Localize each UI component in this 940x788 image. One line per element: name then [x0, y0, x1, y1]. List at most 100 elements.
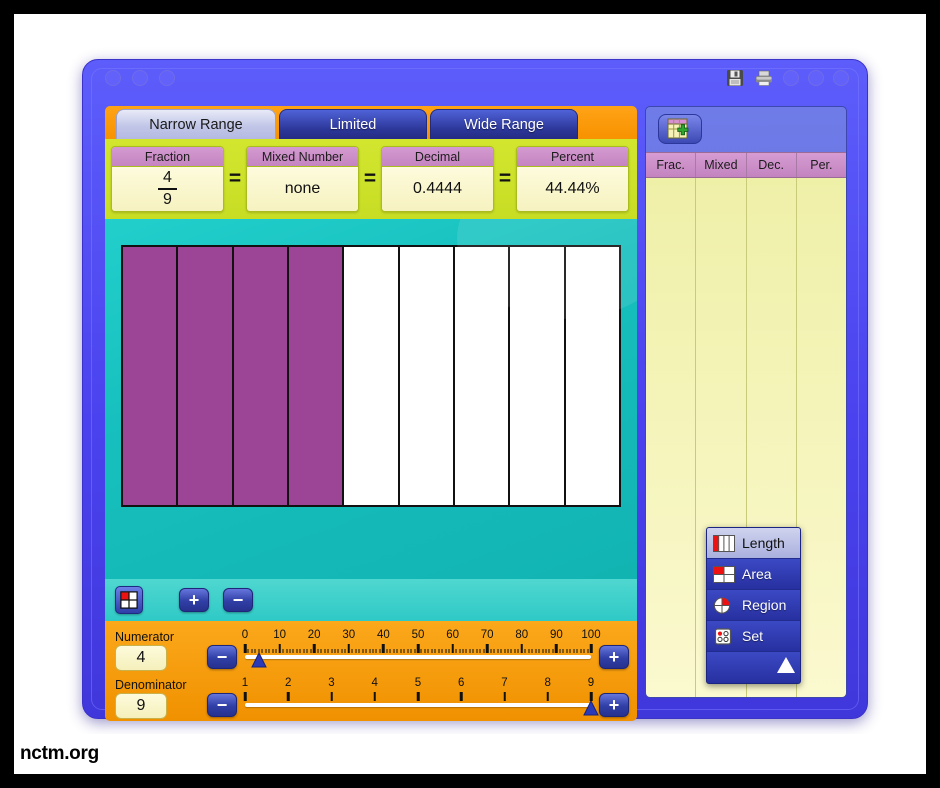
tick-label-0: 0	[241, 629, 249, 641]
add-part-button[interactable]: +	[179, 588, 209, 612]
table-column-header-3: Per.	[810, 158, 833, 172]
page-footer: nctm.org	[14, 734, 926, 774]
tick-minor	[268, 649, 270, 653]
tick-minor	[472, 649, 474, 653]
tick-minor	[576, 649, 578, 653]
tick-major-4	[373, 692, 376, 701]
area-model-icon[interactable]	[115, 586, 143, 614]
tick-minor	[497, 649, 499, 653]
tick-minor	[583, 649, 585, 653]
menu-item-length[interactable]: Length	[707, 528, 800, 559]
numerator-thumb[interactable]	[251, 651, 267, 668]
tick-label-8: 8	[544, 677, 551, 689]
titlebar-circle-6[interactable]	[833, 70, 849, 86]
titlebar-circle-1[interactable]	[105, 70, 121, 86]
menu-item-area[interactable]: Area	[707, 559, 800, 590]
titlebar-left-buttons	[105, 70, 175, 86]
denominator-thumb[interactable]	[583, 699, 599, 716]
footer-label: nctm.org	[20, 743, 99, 764]
fraction-cell-value: 4 9	[112, 167, 223, 211]
model-part-1[interactable]	[123, 247, 179, 505]
denominator-label: Denominator	[115, 677, 187, 692]
tick-label-70: 70	[480, 629, 494, 641]
tick-minor	[372, 649, 374, 653]
numerator-track-area[interactable]: 0 10 20 30 40 50 60 70 80 90 100	[241, 627, 601, 673]
menu-item-area-label: Area	[742, 566, 772, 582]
slider-panel: Numerator 4 − 0 10 20 30 40 50 60 70 80 90 100	[105, 621, 637, 721]
model-part-2[interactable]	[178, 247, 234, 505]
tick-major-1	[243, 692, 247, 701]
tick-major-70	[485, 644, 489, 653]
percent-cell[interactable]: Percent 44.44%	[516, 146, 629, 212]
denominator-track-area[interactable]: 1 2 3 4 5 6 7 8 9	[241, 675, 599, 721]
numerator-tick-marks	[243, 644, 593, 653]
tick-major-9	[589, 692, 593, 701]
tick-minor	[365, 649, 367, 653]
decimal-cell-header: Decimal	[382, 147, 493, 167]
model-part-3[interactable]	[233, 247, 289, 505]
tick-minor	[400, 649, 402, 653]
tick-minor	[289, 649, 291, 653]
tick-minor	[275, 649, 277, 653]
tab-narrow-range[interactable]: Narrow Range	[116, 109, 276, 139]
denominator-minus-button[interactable]: −	[207, 693, 237, 717]
tick-minor	[562, 649, 564, 653]
menu-footer	[707, 652, 800, 683]
table-column-3	[797, 178, 846, 697]
menu-item-set[interactable]: Set	[707, 621, 800, 652]
triangle-up-icon[interactable]	[777, 657, 795, 673]
floppy-disk-icon[interactable]	[725, 68, 745, 88]
titlebar-circle-3[interactable]	[159, 70, 175, 86]
numerator-tick-labels: 0 10 20 30 40 50 60 70 80 90 100	[241, 629, 601, 643]
numerator-label: Numerator	[115, 629, 175, 644]
table-column-header-0: Frac.	[646, 153, 697, 177]
decimal-cell[interactable]: Decimal 0.4444	[381, 146, 494, 212]
numerator-label-group: Numerator 4	[105, 630, 201, 671]
app-window: Narrow Range Limited Wide Range Fraction	[82, 59, 868, 721]
tick-minor	[500, 649, 502, 653]
model-part-4[interactable]	[288, 247, 345, 505]
printer-icon[interactable]	[754, 68, 774, 88]
numerator-minus-button[interactable]: −	[207, 645, 237, 669]
denominator-value-field[interactable]: 9	[115, 692, 167, 719]
tick-major-40	[382, 644, 385, 653]
tab-limited[interactable]: Limited	[279, 109, 427, 139]
menu-item-region[interactable]: Region	[707, 590, 800, 621]
titlebar-circle-5[interactable]	[808, 70, 824, 86]
model-part-6[interactable]	[399, 247, 455, 505]
tick-label-1: 1	[241, 677, 249, 689]
equals-sign-3: =	[498, 167, 512, 190]
fraction-cell[interactable]: Fraction 4 9	[111, 146, 224, 212]
model-part-5[interactable]	[344, 247, 400, 505]
tick-minor	[410, 649, 412, 653]
titlebar-circle-4[interactable]	[783, 70, 799, 86]
tick-minor	[580, 649, 582, 653]
add-to-table-icon[interactable]	[658, 114, 702, 144]
model-work-area	[105, 219, 637, 579]
numerator-plus-button[interactable]: +	[599, 645, 629, 669]
titlebar-circle-2[interactable]	[132, 70, 148, 86]
tick-major-7	[503, 692, 506, 701]
remove-part-button[interactable]: −	[223, 588, 253, 612]
tick-minor	[310, 649, 312, 653]
denominator-track[interactable]	[245, 703, 591, 707]
tick-minor	[535, 649, 537, 653]
denominator-plus-button[interactable]: +	[599, 693, 629, 717]
numerator-track[interactable]	[245, 655, 591, 659]
model-part-7[interactable]	[454, 247, 511, 505]
tick-label-6: 6	[458, 677, 465, 689]
tick-minor	[569, 649, 571, 653]
model-part-8[interactable]	[510, 247, 566, 505]
tick-label-3: 3	[328, 677, 335, 689]
tick-minor	[379, 649, 381, 653]
mixed-number-cell[interactable]: Mixed Number none	[246, 146, 359, 212]
model-part-9[interactable]	[565, 247, 619, 505]
numerator-value-field[interactable]: 4	[115, 644, 167, 671]
equals-sign-2: =	[363, 167, 377, 190]
tick-minor	[362, 649, 364, 653]
tick-minor	[351, 649, 353, 653]
percent-cell-header: Percent	[517, 147, 628, 167]
app-content: Narrow Range Limited Wide Range Fraction	[105, 106, 847, 721]
tab-wide-range[interactable]: Wide Range	[430, 109, 578, 139]
length-model-bars[interactable]	[121, 245, 621, 507]
